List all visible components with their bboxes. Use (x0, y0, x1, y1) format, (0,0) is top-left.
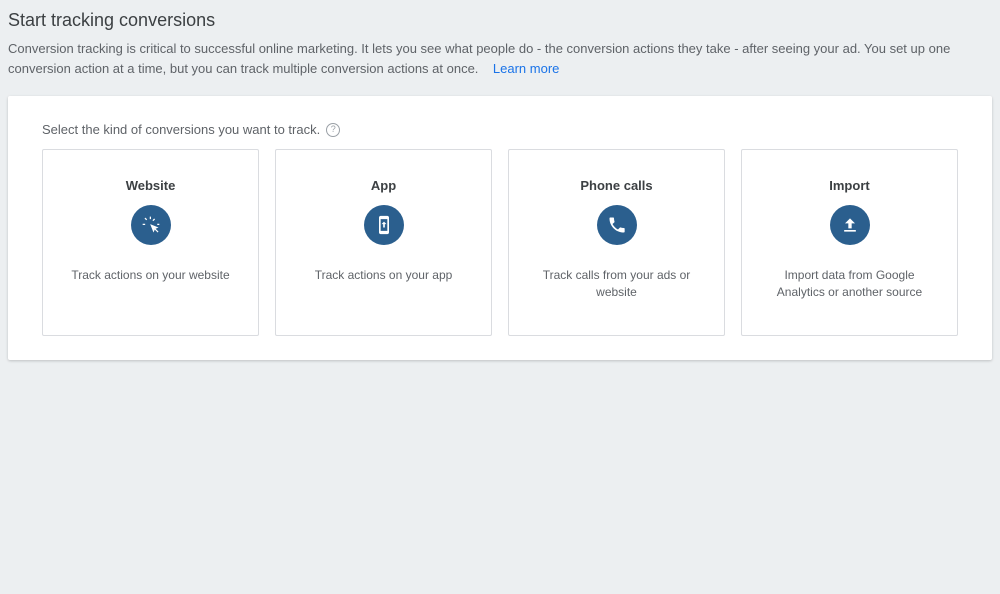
learn-more-link[interactable]: Learn more (493, 61, 559, 76)
option-title: Import (829, 178, 869, 193)
option-app[interactable]: App Track actions on your app (275, 149, 492, 336)
conversion-panel: Select the kind of conversions you want … (8, 96, 992, 360)
page-description: Conversion tracking is critical to succe… (8, 39, 992, 78)
option-website[interactable]: Website Track actions on your website (42, 149, 259, 336)
option-description: Track actions on your app (309, 267, 459, 284)
option-description: Import data from Google Analytics or ano… (754, 267, 945, 301)
options-row: Website Track actions on your website Ap… (42, 149, 958, 336)
option-description: Track calls from your ads or website (521, 267, 712, 301)
mobile-app-icon (364, 205, 404, 245)
option-import[interactable]: Import Import data from Google Analytics… (741, 149, 958, 336)
option-title: Phone calls (580, 178, 652, 193)
option-description: Track actions on your website (65, 267, 235, 284)
instruction-text: Select the kind of conversions you want … (42, 122, 320, 137)
page-title: Start tracking conversions (8, 10, 992, 31)
help-icon[interactable]: ? (326, 123, 340, 137)
option-title: App (371, 178, 396, 193)
cursor-click-icon (131, 205, 171, 245)
description-text: Conversion tracking is critical to succe… (8, 41, 950, 76)
phone-icon (597, 205, 637, 245)
option-title: Website (126, 178, 176, 193)
option-phone-calls[interactable]: Phone calls Track calls from your ads or… (508, 149, 725, 336)
upload-icon (830, 205, 870, 245)
